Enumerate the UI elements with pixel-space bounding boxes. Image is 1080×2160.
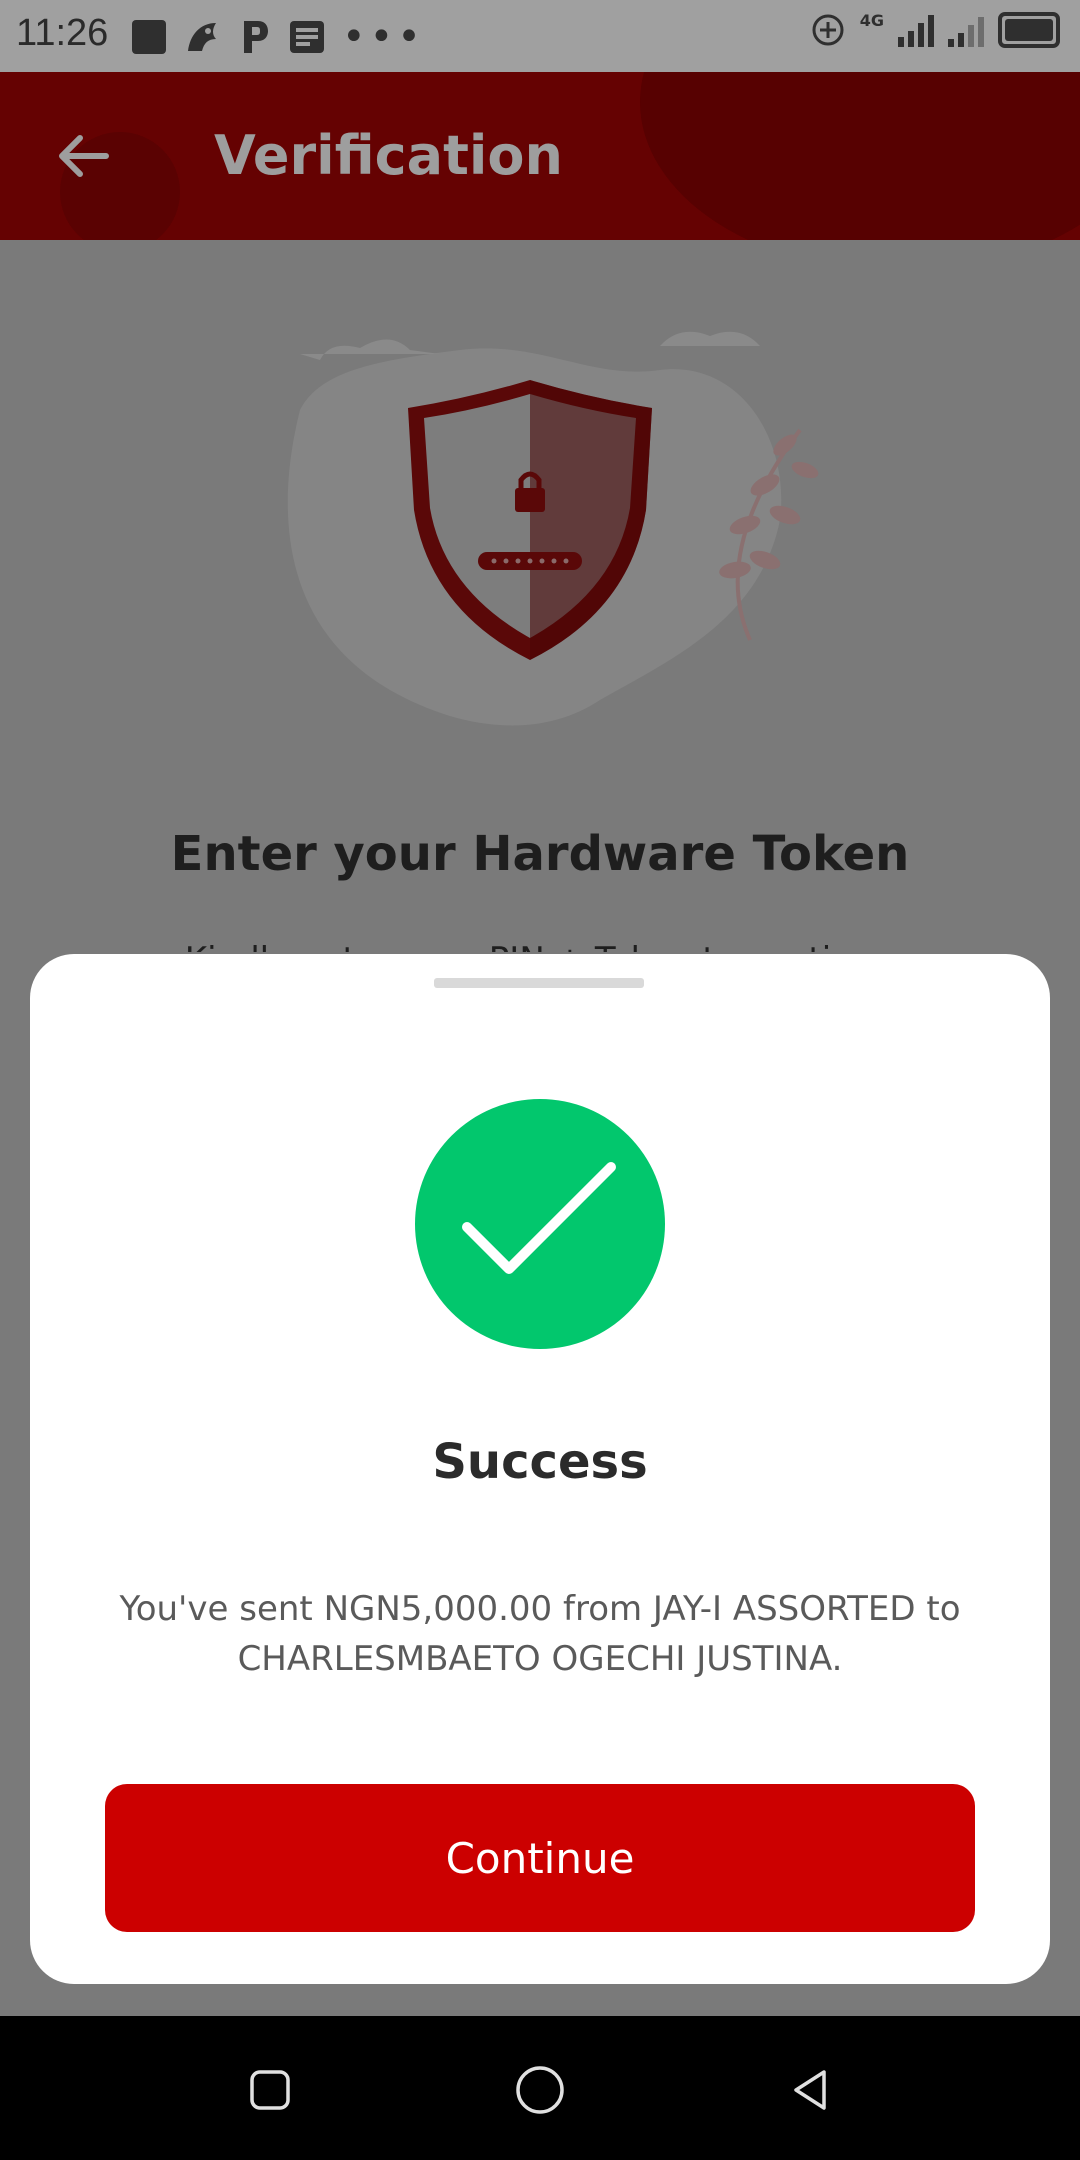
shield-lock-icon xyxy=(287,331,819,726)
home-icon[interactable] xyxy=(510,2060,570,2120)
status-bar: 11:26 ••• 4G xyxy=(0,0,1080,72)
page-title: Verification xyxy=(214,124,563,187)
checkmark-icon xyxy=(462,1162,616,1274)
status-time: 11:26 xyxy=(16,12,109,54)
success-badge xyxy=(415,1099,665,1349)
p-app-icon xyxy=(244,21,268,53)
data-saver-icon xyxy=(812,14,844,46)
continue-button[interactable]: Continue xyxy=(105,1784,975,1932)
success-bottom-sheet: Success You've sent NGN5,000.00 from JAY… xyxy=(30,954,1050,1984)
arrow-left-icon[interactable] xyxy=(52,124,116,188)
network-type-label: 4G xyxy=(859,10,884,30)
notification-icons: ••• xyxy=(132,14,425,60)
transfer-message: You've sent NGN5,000.00 from JAY-I ASSOR… xyxy=(119,1589,961,1679)
app-header: Verification xyxy=(0,72,1080,240)
navigation-bar xyxy=(0,2016,1080,2160)
header-decoration xyxy=(640,72,1080,240)
signal-icon-2 xyxy=(948,13,984,47)
token-title: Enter your Hardware Token xyxy=(170,826,910,882)
signal-icon xyxy=(898,13,934,47)
battery-icon xyxy=(998,12,1060,48)
drag-handle[interactable] xyxy=(434,978,644,988)
token-subtitle: Kindly enter your PIN + Token to continu… xyxy=(0,930,1080,952)
more-dots-icon: ••• xyxy=(342,14,425,60)
success-title: Success xyxy=(432,1434,648,1490)
news-app-icon xyxy=(290,21,324,53)
system-icons: 4G xyxy=(810,10,1060,48)
bird-app-icon xyxy=(188,23,216,51)
back-triangle-icon[interactable] xyxy=(780,2060,840,2120)
square-app-icon xyxy=(132,20,166,54)
recent-apps-icon[interactable] xyxy=(240,2060,300,2120)
